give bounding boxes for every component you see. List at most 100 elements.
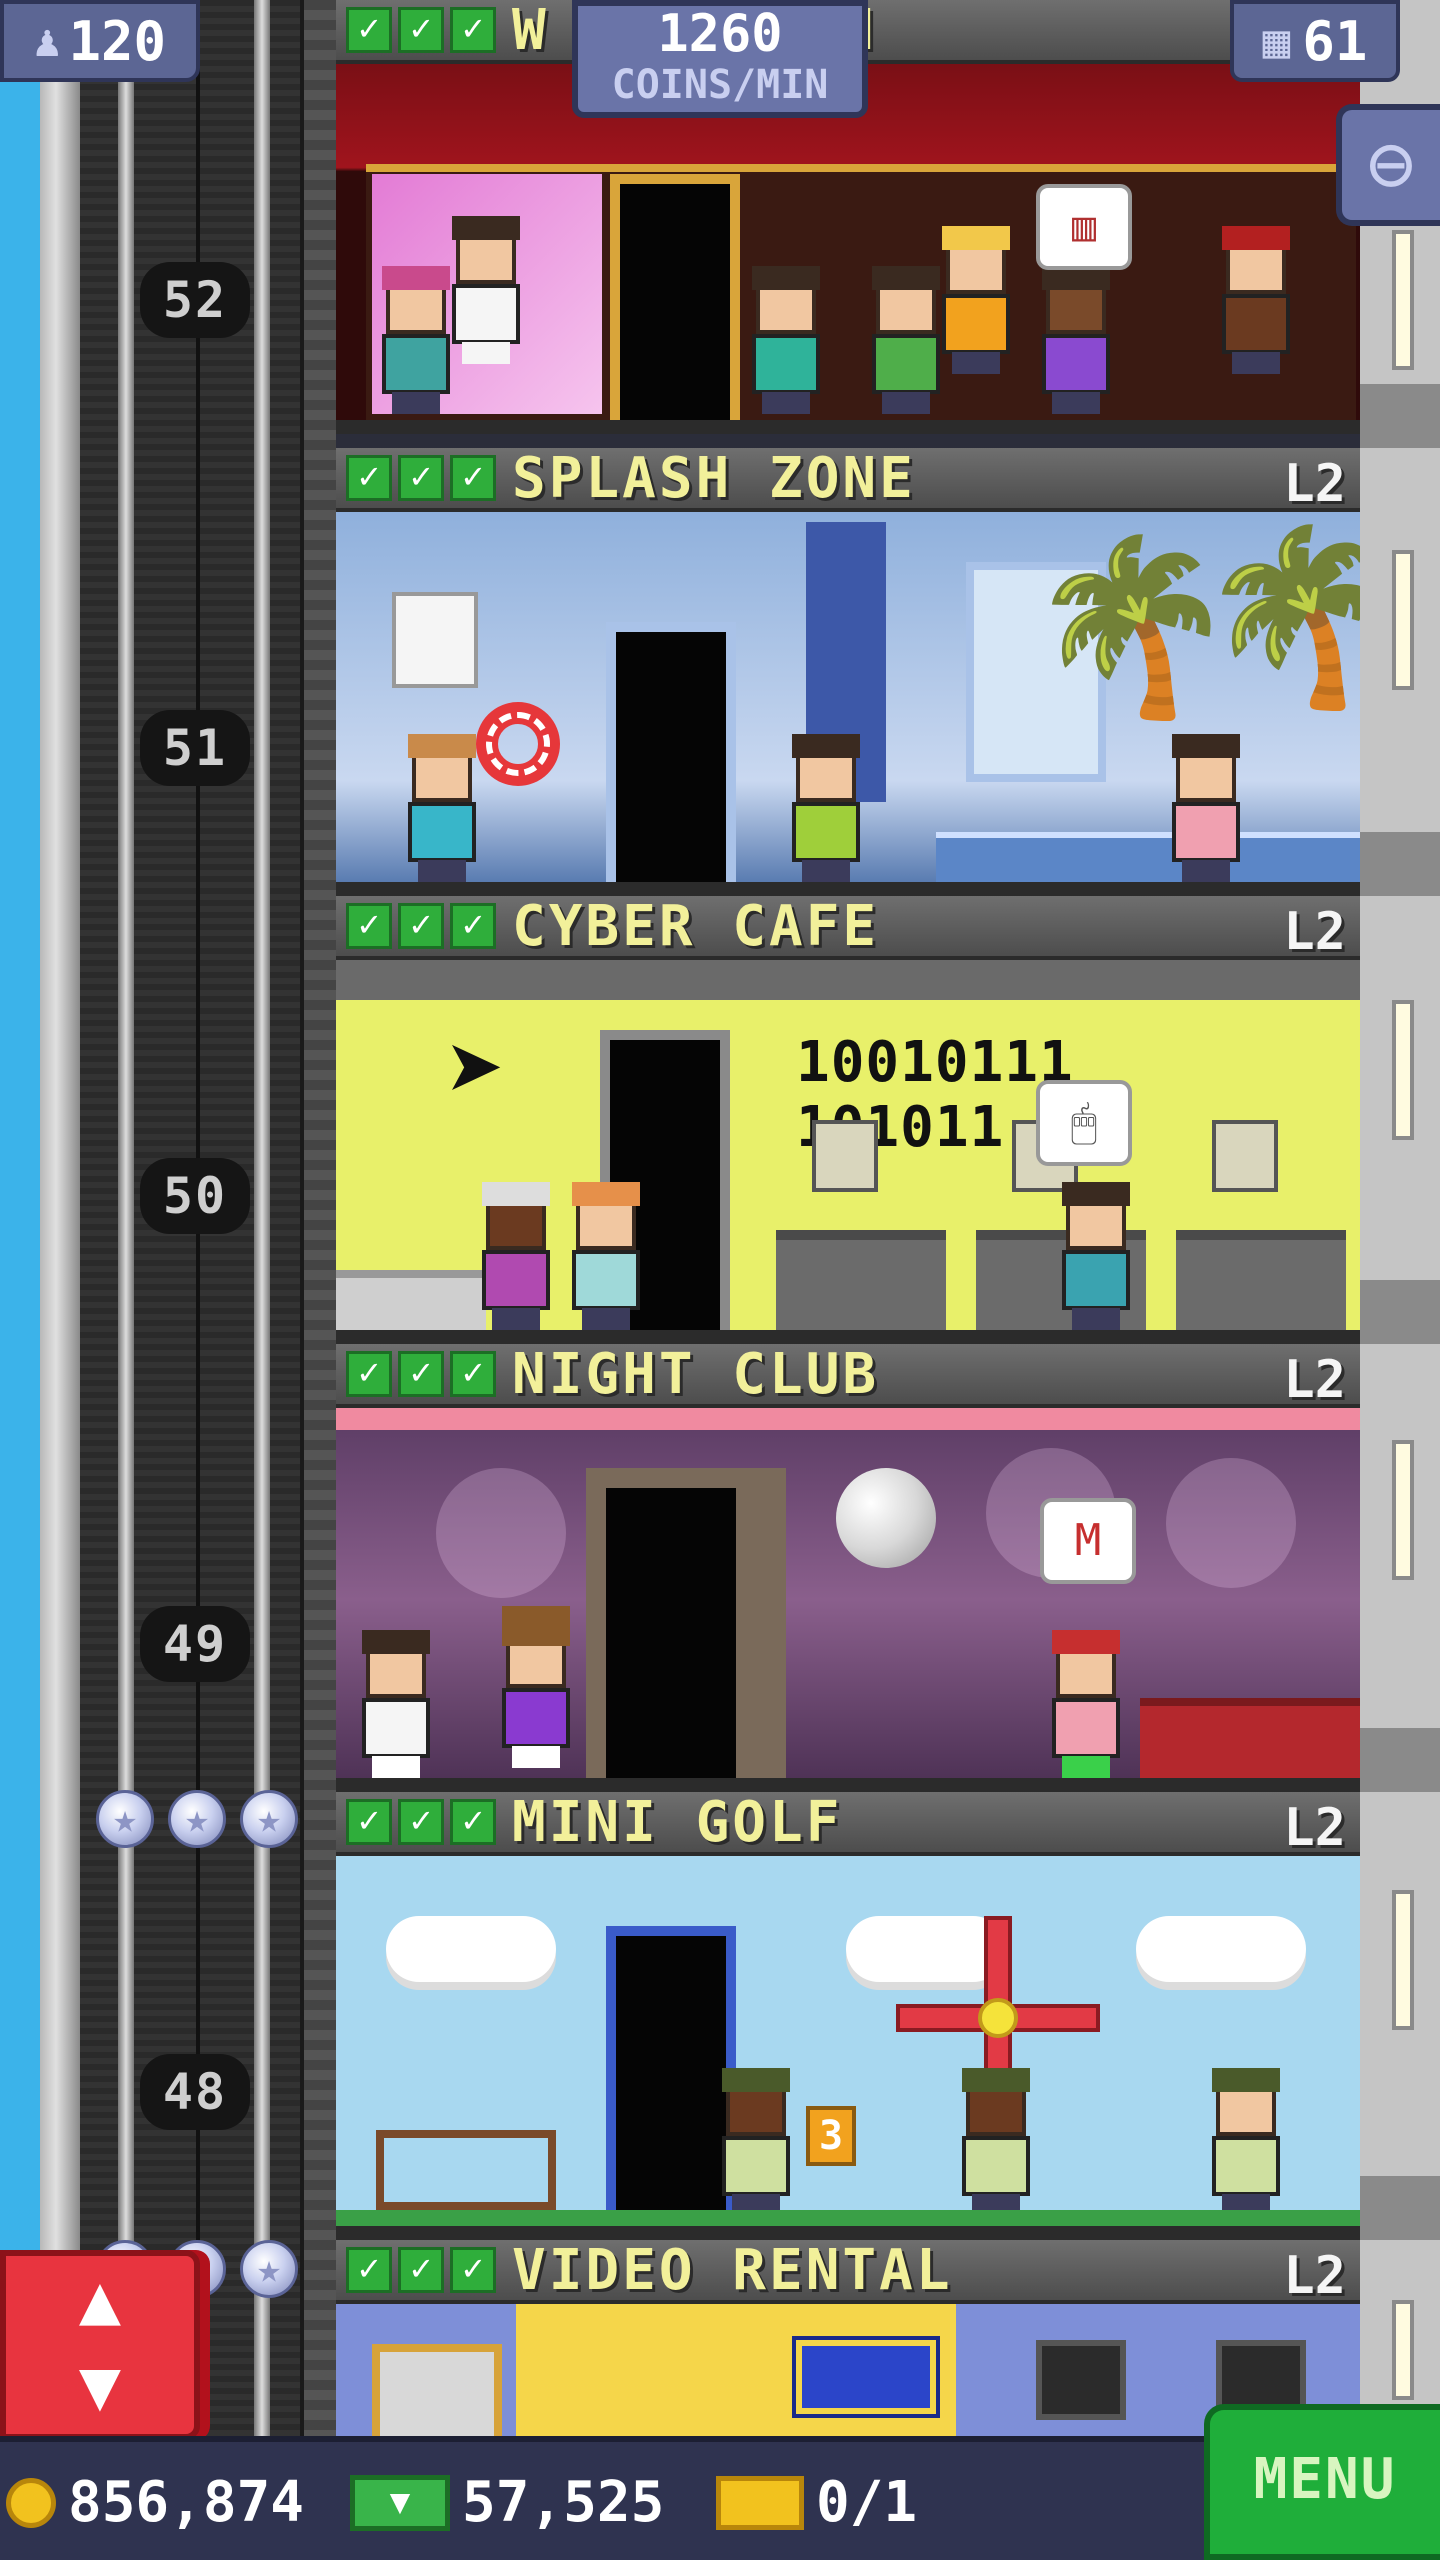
bitizen[interactable] (716, 2068, 796, 2216)
floor-name: MINI GOLF (512, 1789, 843, 1855)
exterior-window (1392, 1890, 1414, 2030)
bitizen[interactable] (1206, 2068, 1286, 2216)
elevator-control-button[interactable]: ▲ ▼ (0, 2250, 200, 2440)
spotlight (436, 1468, 566, 1598)
floor-count-counter[interactable]: ▦ 61 (1230, 0, 1400, 82)
star-icon: ★ (96, 1790, 154, 1848)
tickets-value: 0/1 (816, 2470, 918, 2535)
population-counter[interactable]: ♟ 120 (0, 0, 200, 82)
menu-button[interactable]: MENU (1204, 2404, 1440, 2560)
floor-video-rental[interactable]: ✓ ✓ ✓ VIDEO RENTAL L2 (336, 2238, 1360, 2440)
mouse-thought-bubble-icon[interactable]: 🖱 (1036, 1080, 1132, 1166)
up-down-arrows-icon: ▲ ▼ (78, 2258, 122, 2426)
tv-screen (1036, 2340, 1126, 2420)
checkmark-icon: ✓ (450, 455, 496, 501)
person-icon: ♟ (33, 15, 61, 67)
bitizen[interactable] (566, 1182, 646, 1330)
tickets-display[interactable]: 0/1 (716, 2470, 917, 2535)
tower-bux-display[interactable]: ▼ 57,525 (350, 2470, 664, 2535)
wax-figure (446, 216, 526, 364)
floor-number-label: 52 (140, 262, 250, 338)
stock-checks: ✓ ✓ ✓ (346, 455, 496, 501)
coins-per-min-panel[interactable]: 1260 COINS/MIN (572, 0, 868, 118)
checkmark-icon: ✓ (398, 7, 444, 53)
checkmark-icon: ✓ (398, 455, 444, 501)
checkmark-icon: ✓ (346, 455, 392, 501)
wall-sign (392, 592, 478, 688)
thought-bubble-icon[interactable]: ▥ (1036, 184, 1132, 270)
putting-green (336, 2210, 1360, 2226)
floor-mini-golf[interactable]: ✓ ✓ ✓ MINI GOLF L2 3 (336, 1789, 1360, 2240)
floor-base (336, 420, 1360, 434)
disco-ball (836, 1468, 936, 1568)
bitizen[interactable] (1046, 1630, 1126, 1778)
floor-number-label: 49 (140, 1606, 250, 1682)
floor-cyber-cafe[interactable]: ✓ ✓ ✓ CYBER CAFE L2 ➤ 10010111101011 🖱 (336, 893, 1360, 1344)
wax-figure (1216, 226, 1296, 374)
elevator-rail-right (254, 0, 270, 2560)
shaft-frame (300, 0, 336, 2560)
bitizen[interactable] (786, 734, 866, 882)
spotlight (1166, 1458, 1296, 1588)
tower-exterior-right (1360, 0, 1440, 2560)
coins-per-min-label: COINS/MIN (611, 62, 829, 108)
stock-checks: ✓ ✓ ✓ (346, 903, 496, 949)
zoom-out-button[interactable]: ⊖ (1336, 104, 1440, 226)
cyber-cafe-room[interactable]: ➤ 10010111101011 🖱 (336, 960, 1360, 1344)
bitizen[interactable] (1036, 266, 1116, 414)
floor-splash-zone[interactable]: ✓ ✓ ✓ SPLASH ZONE L2 🌴 🌴 (336, 446, 1360, 896)
sky-background (0, 0, 40, 2560)
cursor-arrow-icon: ➤ (446, 1011, 507, 1128)
bitizen[interactable] (1056, 1182, 1136, 1330)
checkmark-icon: ✓ (450, 2247, 496, 2293)
splash-zone-room[interactable]: 🌴 🌴 (336, 512, 1360, 896)
bitizen[interactable] (1166, 734, 1246, 882)
bitizen[interactable] (956, 2068, 1036, 2216)
checkmark-icon: ✓ (398, 1351, 444, 1397)
computer-monitor (812, 1120, 878, 1192)
stock-checks: ✓ ✓ ✓ (346, 1799, 496, 1845)
checkmark-icon: ✓ (450, 7, 496, 53)
bitizen[interactable] (476, 1182, 556, 1330)
floor-header: ✓ ✓ ✓ MINI GOLF L2 (336, 1789, 1360, 1858)
floor-header: ✓ ✓ ✓ SPLASH ZONE L2 (336, 446, 1360, 514)
palm-tree: 🌴 (1196, 518, 1360, 716)
room-door (610, 174, 740, 434)
windmill-blade (984, 1916, 1012, 2006)
windmill-blade (1010, 2004, 1100, 2032)
night-club-room[interactable]: M (336, 1408, 1360, 1792)
bitizen[interactable] (356, 1630, 436, 1778)
service-counter (336, 1270, 486, 1330)
ceiling-pipes (336, 960, 1360, 1000)
cloud (386, 1916, 556, 1982)
coins-display[interactable]: 856,874 (6, 2470, 304, 2535)
floor-level: L2 (1283, 902, 1346, 962)
checkmark-icon: ✓ (346, 1351, 392, 1397)
elevator-cable (196, 0, 200, 2560)
checkmark-icon: ✓ (450, 903, 496, 949)
bitizen[interactable] (496, 1606, 576, 1768)
floor-night-club[interactable]: ✓ ✓ ✓ NIGHT CLUB L2 M (336, 1342, 1360, 1792)
mini-golf-room[interactable]: 3 (336, 1856, 1360, 2240)
checkmark-icon: ✓ (346, 2247, 392, 2293)
floor-name: CYBER CAFE (512, 893, 880, 959)
star-icon: ★ (240, 2240, 298, 2298)
exterior-window (1392, 1440, 1414, 1580)
floor-level: L2 (1283, 2246, 1346, 2306)
tower-bux-value: 57,525 (462, 2470, 665, 2535)
computer-desk (776, 1230, 946, 1330)
wax-museum-room[interactable]: ▥ (336, 64, 1360, 434)
checkmark-icon: ✓ (346, 1799, 392, 1845)
gmail-thought-bubble-icon[interactable]: M (1040, 1498, 1136, 1584)
bitizen[interactable] (866, 266, 946, 414)
golden-ticket-icon (716, 2475, 804, 2530)
population-value: 120 (68, 9, 167, 73)
bitizen[interactable] (376, 266, 456, 414)
bitizen[interactable] (746, 266, 826, 414)
bitizen[interactable] (402, 734, 482, 882)
exterior-window (1392, 2300, 1414, 2400)
checkmark-icon: ✓ (398, 1799, 444, 1845)
windmill-blade (896, 2004, 986, 2032)
coin-icon (6, 2477, 56, 2528)
room-door (606, 622, 736, 882)
